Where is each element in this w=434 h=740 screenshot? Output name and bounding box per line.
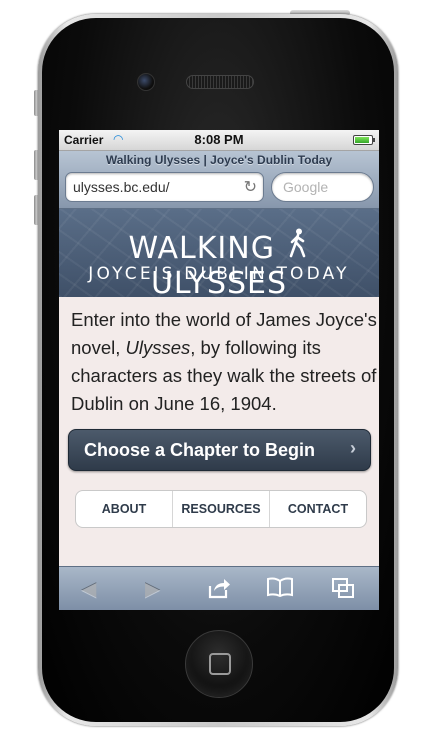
url-text: ulysses.bc.edu/	[73, 179, 170, 195]
banner-title-left: WALKING	[128, 231, 275, 266]
banner-subtitle: JOYCE'S DUBLIN TODAY	[88, 264, 350, 284]
url-field[interactable]: ulysses.bc.edu/ ↻	[65, 172, 264, 202]
intro-text: Enter into the world of James Joyce's no…	[71, 306, 377, 418]
phone-screen: Carrier ◠ 8:08 PM Walking Ulysses | Joyc…	[59, 130, 379, 610]
battery-level	[355, 137, 370, 143]
battery-nub	[373, 138, 375, 142]
back-icon[interactable]: ◀	[81, 577, 96, 602]
home-square-icon	[209, 653, 231, 675]
search-field[interactable]: Google	[271, 172, 374, 202]
tabs-icon[interactable]	[331, 577, 355, 605]
nav-about[interactable]: ABOUT	[76, 491, 173, 527]
browser-toolbar: ◀ ▶	[59, 566, 379, 610]
reload-icon[interactable]: ↻	[244, 177, 257, 197]
front-camera-icon	[137, 73, 155, 91]
walking-man-icon	[286, 228, 310, 266]
home-button[interactable]	[185, 630, 253, 698]
status-time: 8:08 PM	[194, 132, 244, 147]
choose-chapter-label: Choose a Chapter to Begin	[84, 440, 316, 460]
battery-icon	[353, 135, 375, 145]
status-bar: Carrier ◠ 8:08 PM	[59, 130, 379, 151]
nav-contact[interactable]: CONTACT	[270, 491, 366, 527]
forward-icon[interactable]: ▶	[145, 577, 160, 602]
share-icon[interactable]	[207, 577, 231, 605]
page-title: Walking Ulysses | Joyce's Dublin Today	[105, 153, 333, 167]
search-placeholder: Google	[283, 179, 329, 195]
earpiece-speaker	[186, 75, 254, 89]
choose-chapter-button[interactable]: Choose a Chapter to Begin ›	[68, 429, 371, 471]
novel-title: Ulysses	[125, 337, 191, 358]
browser-address-bar: Walking Ulysses | Joyce's Dublin Today u…	[59, 151, 379, 209]
site-banner[interactable]: WALKING ULYSSES JOYCE'S DUBLIN TODAY	[59, 209, 379, 301]
footer-nav: ABOUT RESOURCES CONTACT	[75, 490, 367, 528]
nav-resources[interactable]: RESOURCES	[173, 491, 270, 527]
chevron-right-icon: ›	[350, 438, 356, 458]
bookmarks-icon[interactable]	[267, 577, 293, 603]
